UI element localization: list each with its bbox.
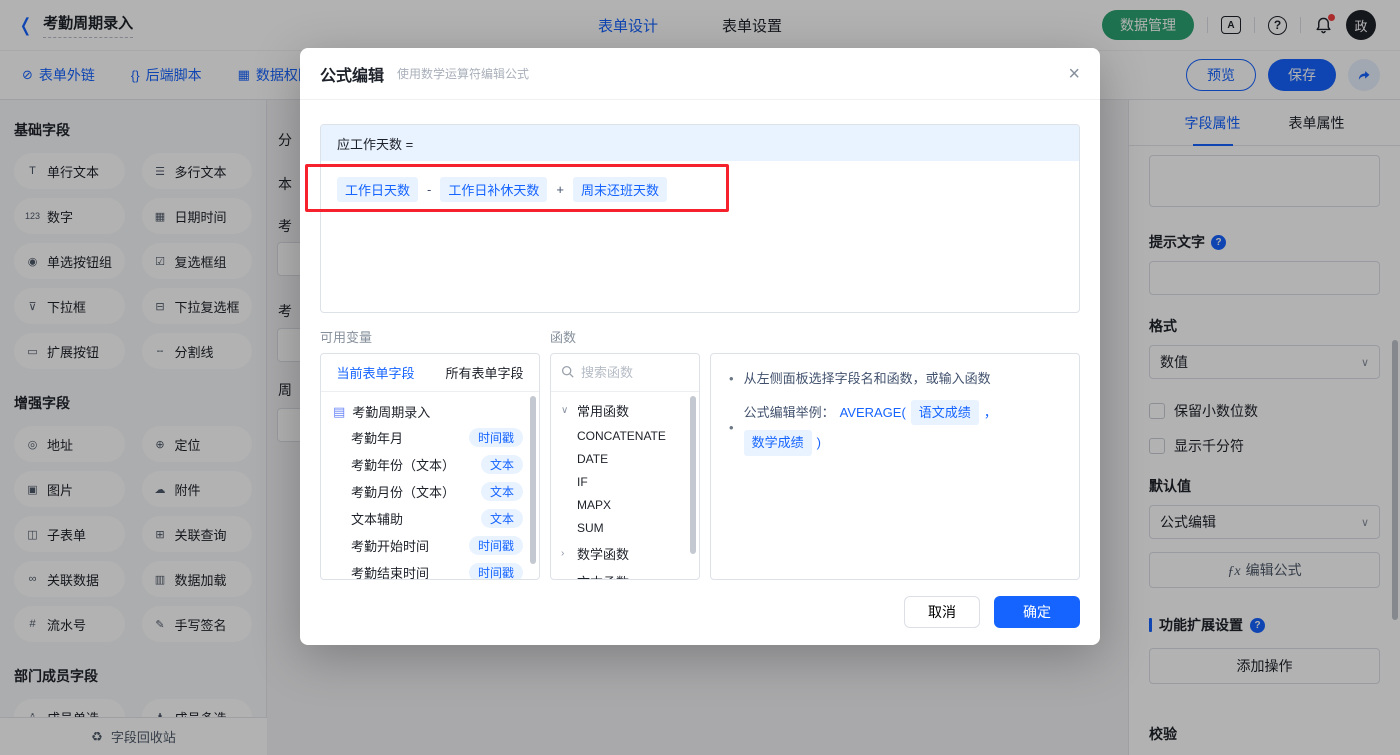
- formula-operator: -: [427, 182, 432, 197]
- variable-item[interactable]: 考勤年份（文本） 文本: [321, 451, 539, 478]
- field-type-badge: 文本: [480, 509, 523, 528]
- function-item[interactable]: DATE: [551, 443, 699, 466]
- example-prefix: 公式编辑举例：: [743, 404, 835, 420]
- field-type-badge: 文本: [480, 455, 523, 474]
- field-type-badge: 时间戳: [468, 428, 523, 447]
- bullet: •: [729, 371, 734, 386]
- formula-editor-modal: 公式编辑 使用数学运算符编辑公式 × 应工作天数 = 工作日天数 - 工作日补休…: [300, 48, 1100, 645]
- variable-item[interactable]: 考勤年月 时间戳: [321, 424, 539, 451]
- example-field-chip: 语文成绩: [910, 399, 979, 425]
- functions-label: 函数: [550, 330, 577, 345]
- variables-panel: 当前表单字段 所有表单字段 ▤ 考勤周期录入 考勤年月 时间戳 考勤年份（文本）文…: [320, 353, 540, 580]
- example-field-chip: 数学成绩: [743, 430, 812, 456]
- search-input[interactable]: [581, 365, 671, 380]
- variable-item[interactable]: 考勤月份（文本） 文本: [321, 478, 539, 505]
- function-group-math[interactable]: › 数学函数: [551, 535, 699, 563]
- variable-item[interactable]: 考勤开始时间 时间戳: [321, 532, 539, 559]
- close-icon[interactable]: ×: [1068, 64, 1080, 84]
- confirm-button[interactable]: 确定: [994, 596, 1080, 628]
- formula-input-area[interactable]: 工作日天数 - 工作日补休天数 + 周末还班天数: [321, 161, 1079, 218]
- form-document-icon: ▤: [333, 403, 346, 419]
- example-close: ): [816, 435, 821, 450]
- function-search[interactable]: [551, 354, 699, 392]
- formula-editor-box: 应工作天数 = 工作日天数 - 工作日补休天数 + 周末还班天数: [320, 124, 1080, 313]
- bullet: •: [729, 419, 734, 435]
- formula-field-chip[interactable]: 工作日天数: [337, 177, 419, 202]
- chevron-right-icon: ›: [561, 576, 571, 579]
- cancel-button[interactable]: 取消: [904, 596, 980, 628]
- tab-current-form-fields[interactable]: 当前表单字段: [321, 363, 430, 382]
- variables-scrollbar[interactable]: [530, 396, 536, 564]
- formula-operator: +: [556, 182, 564, 197]
- example-function: AVERAGE(: [839, 404, 906, 420]
- tab-all-form-fields[interactable]: 所有表单字段: [430, 363, 539, 382]
- variable-item[interactable]: 考勤结束时间 时间戳: [321, 559, 539, 579]
- variable-item[interactable]: 文本辅助 文本: [321, 505, 539, 532]
- function-group-text[interactable]: ›文本函数: [551, 563, 699, 579]
- chevron-down-icon: ∨: [561, 405, 569, 416]
- function-item[interactable]: SUM: [551, 512, 699, 535]
- field-type-badge: 时间戳: [468, 536, 523, 555]
- function-group-common[interactable]: ∨ 常用函数: [551, 392, 699, 420]
- function-item[interactable]: CONCATENATE: [551, 420, 699, 443]
- function-item[interactable]: IF: [551, 466, 699, 489]
- help-tip: 从左侧面板选择字段名和函数，或输入函数: [743, 371, 991, 386]
- formula-target: 应工作天数 =: [321, 125, 1079, 161]
- formula-field-chip[interactable]: 周末还班天数: [572, 177, 667, 202]
- formula-help-panel: • 从左侧面板选择字段名和函数，或输入函数 • 公式编辑举例： AVERAGE(…: [710, 353, 1080, 580]
- modal-title: 公式编辑: [320, 67, 385, 85]
- chevron-right-icon: ›: [561, 548, 565, 559]
- modal-subtitle: 使用数学运算符编辑公式: [397, 67, 530, 81]
- variables-label: 可用变量: [320, 330, 373, 345]
- function-item[interactable]: MAPX: [551, 489, 699, 512]
- formula-field-chip[interactable]: 工作日补休天数: [440, 177, 548, 202]
- field-type-badge: 文本: [480, 482, 523, 501]
- functions-panel: ∨常用函数 CONCATENATE DATE IF MAPX SUM ›数学函数…: [550, 353, 700, 580]
- functions-scrollbar[interactable]: [690, 396, 696, 554]
- variables-tree-root[interactable]: ▤ 考勤周期录入: [321, 392, 539, 424]
- search-icon: [561, 365, 574, 381]
- field-type-badge: 时间戳: [468, 563, 523, 579]
- example-comma: ，: [983, 404, 997, 420]
